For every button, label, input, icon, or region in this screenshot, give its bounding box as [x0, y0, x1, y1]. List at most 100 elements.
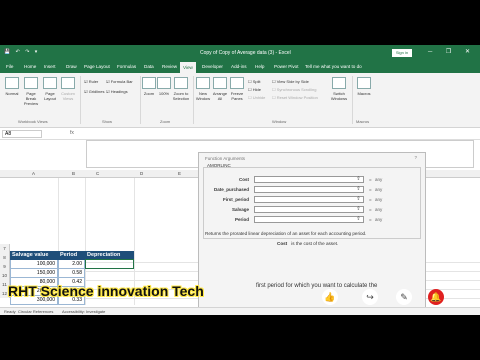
macros-icon	[357, 77, 371, 89]
dialog-title: Function Arguments	[205, 156, 246, 161]
table-cell[interactable]: 2.00	[58, 260, 85, 269]
arg-equals: =	[369, 187, 372, 192]
formula-bar: A8 fx	[0, 128, 480, 140]
excel-window: 💾 ↶ ↷ ▾ Copy of Copy of Average data (3)…	[0, 45, 480, 315]
tab-power-pivot[interactable]: Power Pivot	[274, 64, 299, 69]
ribbon-divider	[140, 76, 141, 124]
ribbon-view: Normal Page Break Preview Page Layout Cu…	[0, 73, 480, 128]
table-header-period[interactable]: Period	[58, 251, 85, 260]
subscribe-bell-icon[interactable]: 🔔	[428, 289, 444, 305]
headings-checkbox[interactable]: Headings	[106, 89, 128, 94]
magnifier-icon	[142, 77, 156, 89]
comment-icon[interactable]: ✎	[396, 289, 412, 305]
tab-add-ins[interactable]: Add-ins	[231, 64, 247, 69]
ruler-checkbox[interactable]: Ruler	[84, 79, 99, 84]
arg-input-date-purchased[interactable]	[254, 186, 364, 193]
zoom-button[interactable]: Zoom	[142, 77, 156, 96]
arg-input-salvage[interactable]	[254, 206, 364, 213]
tab-home[interactable]: Home	[24, 64, 36, 69]
dialog-help-button[interactable]: ?	[414, 155, 417, 160]
arrange-all-icon	[213, 77, 227, 89]
range-picker-icon[interactable]: ⇧	[353, 196, 364, 203]
arg-label: Date_purchased	[213, 187, 249, 192]
underlying-tooltip-text: first period for which you want to calcu…	[256, 283, 378, 289]
table-header-salvage[interactable]: Salvage value	[10, 251, 58, 260]
normal-view-button[interactable]: Normal	[4, 77, 20, 96]
reset-window-position-button[interactable]: Reset Window Position	[272, 95, 318, 100]
arg-input-period[interactable]	[254, 216, 364, 223]
arg-row-salvage: Salvage ⇧ = any	[199, 206, 427, 214]
gridlines-checkbox[interactable]: Gridlines	[84, 89, 105, 94]
table-cell[interactable]: 100,000	[10, 260, 58, 269]
new-window-icon	[196, 77, 210, 89]
tab-formulas[interactable]: Formulas	[117, 64, 136, 69]
arg-type: any	[375, 187, 383, 192]
tab-help[interactable]: Help	[255, 64, 264, 69]
row-header-7[interactable]: 7	[0, 244, 10, 253]
row-header-9[interactable]: 9	[0, 262, 10, 271]
arg-equals: =	[369, 207, 372, 212]
arg-label: First_period	[222, 197, 249, 202]
split-button[interactable]: Split	[248, 79, 261, 84]
column-header-c[interactable]: C	[96, 171, 99, 176]
range-picker-icon[interactable]: ⇧	[353, 186, 364, 193]
range-picker-icon[interactable]: ⇧	[353, 206, 364, 213]
synchronous-scrolling-button[interactable]: Synchronous Scrolling	[272, 87, 317, 92]
freeze-panes-icon	[230, 77, 244, 89]
normal-view-icon	[5, 77, 19, 89]
arg-type: any	[375, 207, 383, 212]
page-layout-view-button[interactable]: Page Layout	[42, 77, 58, 101]
range-picker-icon[interactable]: ⇧	[353, 216, 364, 223]
switch-windows-button[interactable]: Switch Windows	[328, 77, 350, 101]
arg-input-cost[interactable]	[254, 176, 364, 183]
quick-access-toolbar[interactable]: 💾 ↶ ↷ ▾	[4, 49, 39, 55]
column-header-b[interactable]: B	[72, 171, 75, 176]
custom-views-button[interactable]: Custom Views	[60, 77, 76, 101]
zoom-100-button[interactable]: 100%	[157, 77, 171, 96]
argument-help-text: is the cost of the asset.	[291, 241, 339, 246]
ribbon-divider	[352, 76, 353, 124]
zoom-to-selection-button[interactable]: Zoom to Selection	[172, 77, 190, 101]
view-side-by-side-button[interactable]: View Side by Side	[272, 79, 309, 84]
column-header-d[interactable]: D	[140, 171, 143, 176]
name-box[interactable]: A8	[2, 130, 42, 138]
new-window-button[interactable]: New Window	[195, 77, 211, 101]
tab-view[interactable]: View	[180, 62, 196, 73]
status-accessibility[interactable]: Accessibility: Investigate	[62, 309, 105, 314]
arrange-all-button[interactable]: Arrange All	[212, 77, 228, 101]
tab-developer[interactable]: Developer	[202, 64, 223, 69]
window-controls[interactable]: ─ ❐ ✕	[428, 48, 476, 55]
tab-file[interactable]: File	[6, 64, 13, 69]
tab-insert[interactable]: Insert	[44, 64, 56, 69]
tab-data[interactable]: Data	[144, 64, 154, 69]
range-picker-icon[interactable]: ⇧	[353, 176, 364, 183]
arg-label: Period	[234, 217, 249, 222]
window-title: Copy of Copy of Average data (3) - Excel	[200, 50, 291, 56]
hide-button[interactable]: Hide	[248, 87, 261, 92]
column-header-a[interactable]: A	[32, 171, 35, 176]
table-cell[interactable]: 0.58	[58, 269, 85, 278]
tab-page-layout[interactable]: Page Layout	[84, 64, 110, 69]
sign-in-button[interactable]: Sign in	[392, 49, 412, 57]
unhide-button[interactable]: Unhide	[248, 95, 266, 100]
like-icon[interactable]: 👍	[322, 289, 338, 305]
arg-input-first-period[interactable]	[254, 196, 364, 203]
page-break-preview-button[interactable]: Page Break Preview	[22, 77, 40, 106]
title-bar: 💾 ↶ ↷ ▾ Copy of Copy of Average data (3)…	[0, 45, 480, 61]
arg-label: Cost	[239, 177, 249, 182]
freeze-panes-button[interactable]: Freeze Panes	[229, 77, 245, 101]
tab-draw[interactable]: Draw	[66, 64, 77, 69]
column-header-e[interactable]: E	[178, 171, 181, 176]
macros-button[interactable]: Macros	[356, 77, 372, 96]
table-cell[interactable]: 150,000	[10, 269, 58, 278]
row-header-10[interactable]: 10	[0, 271, 10, 280]
insert-function-icon[interactable]: fx	[70, 130, 74, 136]
arg-equals: =	[369, 197, 372, 202]
row-header-8[interactable]: 8	[0, 253, 10, 262]
formula-bar-checkbox[interactable]: Formula Bar	[106, 79, 133, 84]
zoom-100-icon	[157, 77, 171, 89]
tell-me-search[interactable]: Tell me what you want to do	[305, 64, 362, 69]
argument-description: Cost is the cost of the asset.	[277, 241, 417, 246]
tab-review[interactable]: Review	[162, 64, 177, 69]
share-icon[interactable]: ↪	[362, 289, 378, 305]
